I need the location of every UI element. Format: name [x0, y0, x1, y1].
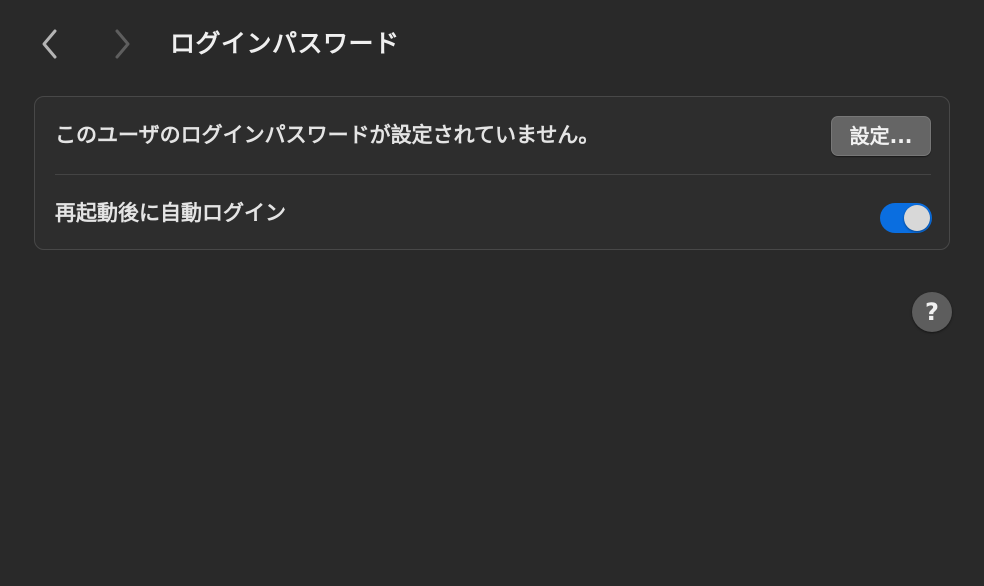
help-icon: ? [925, 298, 939, 326]
settings-panel: このユーザのログインパスワードが設定されていません。 設定... 再起動後に自動… [34, 96, 950, 250]
chevron-left-icon [42, 29, 57, 59]
chevron-right-icon [115, 29, 130, 59]
password-status-label: このユーザのログインパスワードが設定されていません。 [55, 123, 600, 147]
page-title: ログインパスワード [170, 29, 400, 58]
auto-login-toggle[interactable] [880, 203, 932, 233]
set-password-button[interactable]: 設定... [831, 116, 931, 156]
auto-login-label: 再起動後に自動ログイン [55, 201, 286, 225]
password-row: このユーザのログインパスワードが設定されていません。 設定... [35, 97, 951, 173]
toggle-knob [904, 205, 930, 231]
forward-button[interactable] [104, 24, 140, 64]
auto-login-row: 再起動後に自動ログイン [35, 175, 951, 251]
toolbar: ログインパスワード [0, 0, 984, 86]
back-button[interactable] [32, 24, 68, 64]
settings-window: ログインパスワード このユーザのログインパスワードが設定されていません。 設定.… [0, 0, 984, 586]
help-button[interactable]: ? [912, 292, 952, 332]
